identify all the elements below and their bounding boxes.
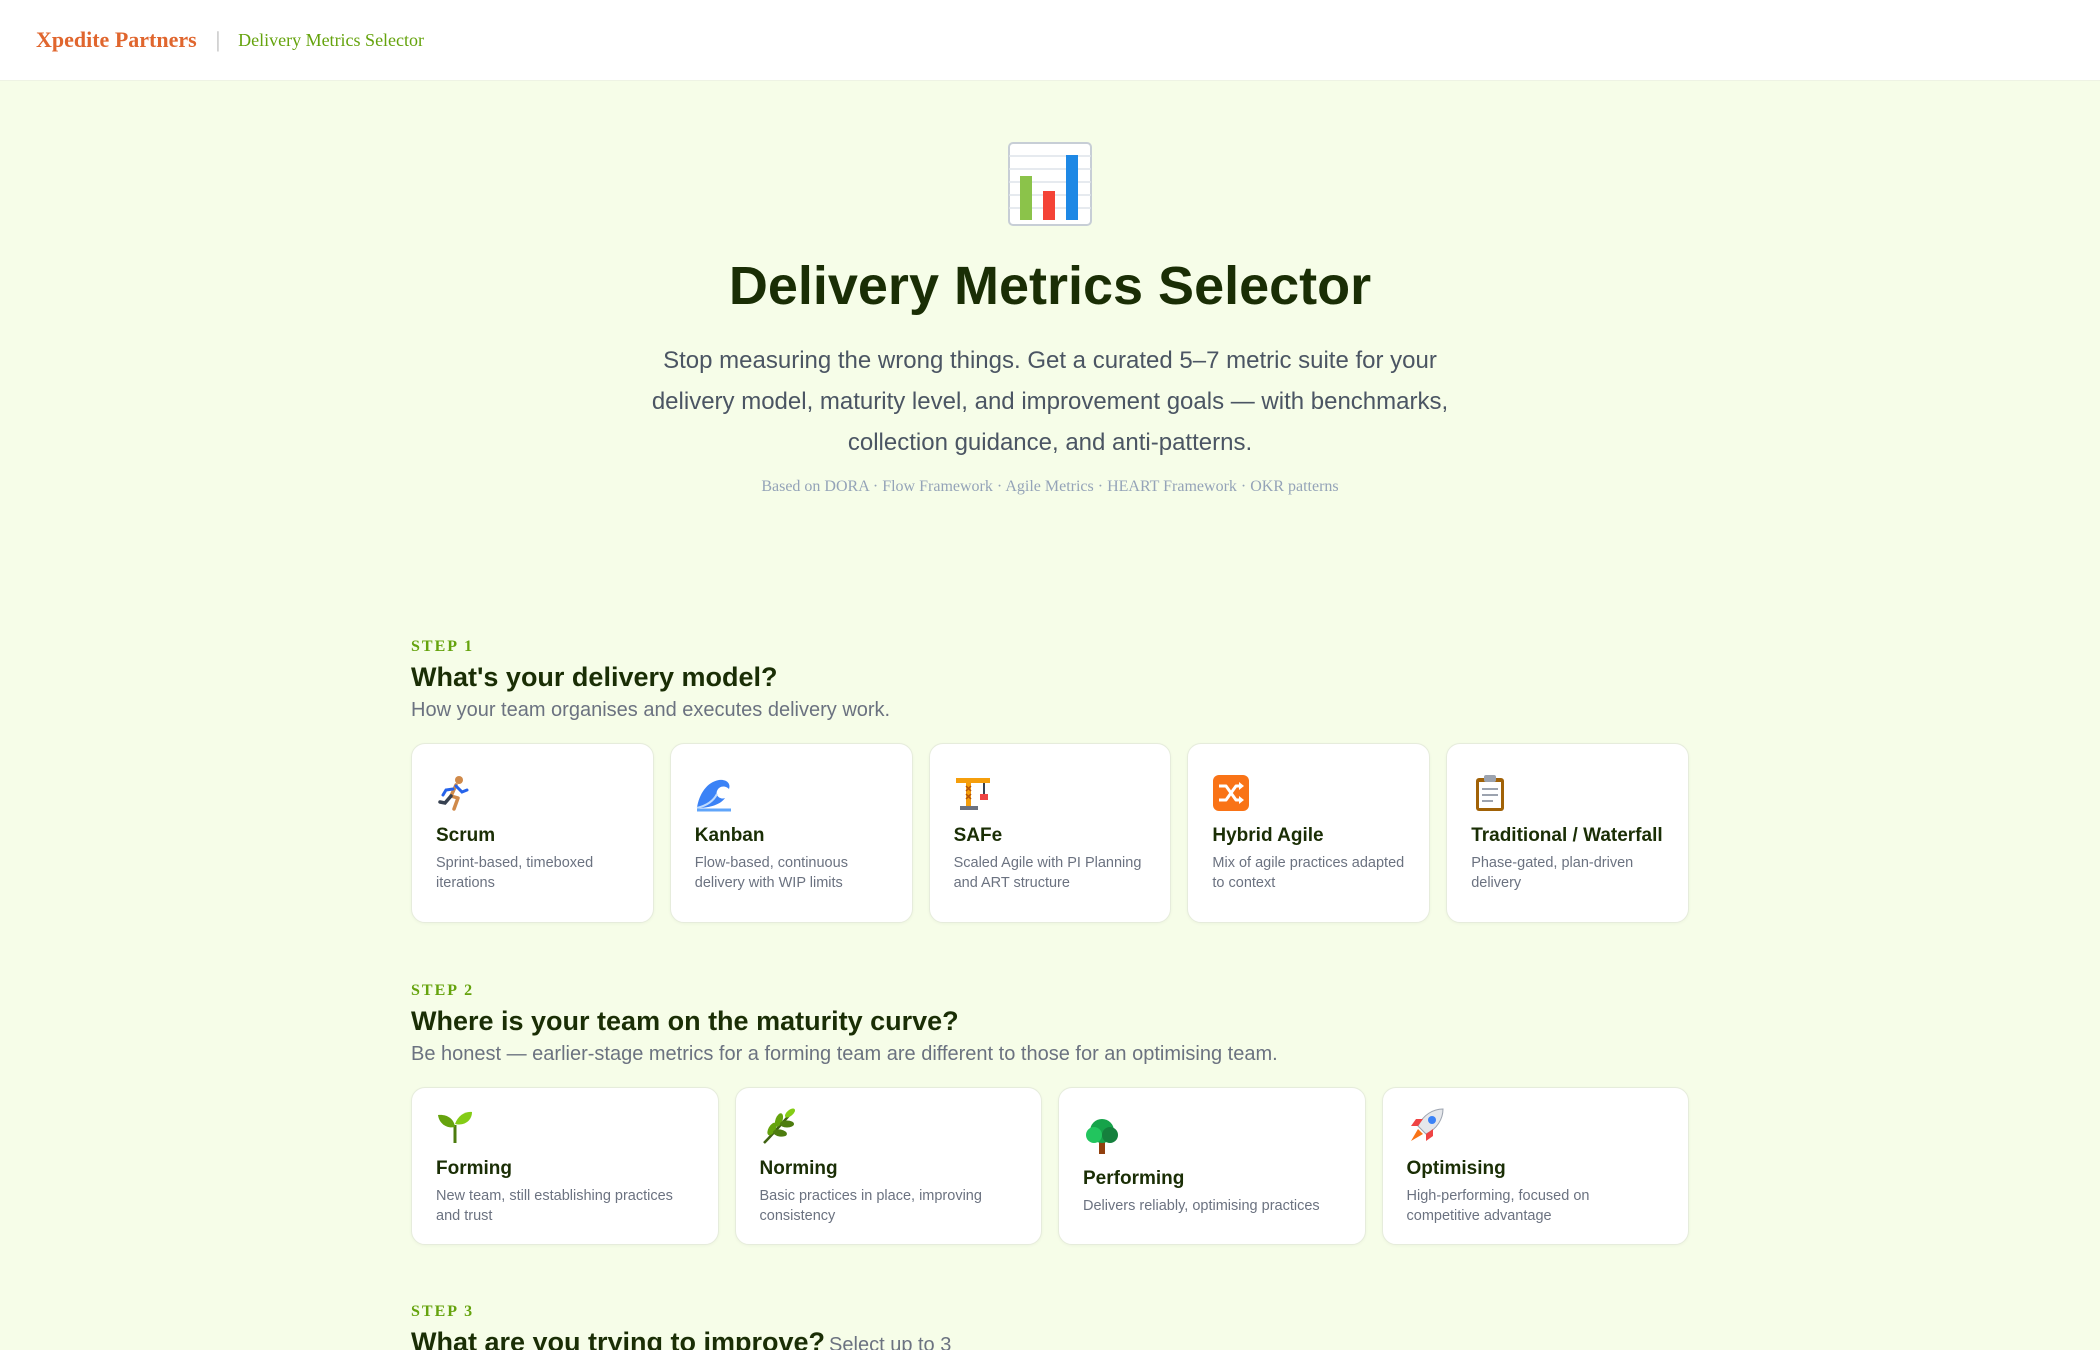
bar-chart-icon	[1008, 142, 1092, 226]
step-2-label: STEP 2	[411, 982, 475, 999]
step-2-description: Be honest — earlier-stage metrics for a …	[411, 1043, 1278, 1065]
runner-icon	[438, 775, 469, 811]
option-title: SAFe	[953, 824, 1003, 846]
option-description: Delivers reliably, optimising practices	[1083, 1197, 1320, 1214]
option-title: Scrum	[436, 824, 496, 846]
option-title: Optimising	[1406, 1157, 1506, 1179]
step-3-section: STEP 3 What are you trying to improve? Se…	[411, 1303, 1689, 1350]
option-title: Kanban	[694, 824, 765, 846]
step-3-title-text: What are you trying to improve?	[411, 1327, 826, 1350]
option-title: Performing	[1083, 1167, 1185, 1189]
step-3-label: STEP 3	[411, 1303, 475, 1320]
clipboard-icon	[1476, 774, 1505, 811]
brand-logo[interactable]: Xpedite Partners	[36, 27, 197, 53]
seedling-icon	[438, 1111, 472, 1143]
frameworks-note: Based on DORA · Flow Framework · Agile M…	[761, 478, 1339, 495]
option-forming[interactable]: Forming New team, still establishing pra…	[411, 1087, 719, 1245]
option-description: Phase-gated, plan-driven delivery	[1471, 854, 1634, 891]
option-title: Hybrid Agile	[1212, 824, 1324, 846]
herb-icon	[762, 1108, 795, 1144]
step-1-description: How your team organises and executes del…	[411, 699, 891, 721]
tool-name: Delivery Metrics Selector	[238, 29, 425, 50]
option-description: Scaled Agile with PI Planning and ART st…	[953, 854, 1142, 891]
option-description: Mix of agile practices adapted to contex…	[1212, 854, 1405, 891]
option-optimising[interactable]: Optimising High-performing, focused on c…	[1381, 1087, 1689, 1245]
option-description: New team, still establishing practices a…	[436, 1187, 673, 1224]
tree-icon	[1086, 1118, 1118, 1154]
delivery-model-options: Scrum Sprint-based, timeboxed iterations…	[411, 743, 1689, 923]
option-title: Norming	[759, 1157, 838, 1179]
shuffle-icon	[1213, 774, 1250, 811]
page-title: Delivery Metrics Selector	[728, 256, 1372, 316]
top-bar: Xpedite Partners | Delivery Metrics Sele…	[0, 0, 2100, 81]
option-traditional-waterfall[interactable]: Traditional / Waterfall Phase-gated, pla…	[1446, 743, 1689, 923]
maturity-options: Forming New team, still establishing pra…	[411, 1087, 1689, 1245]
step-1-label: STEP 1	[411, 638, 475, 655]
selection-limit-hint: Select up to 3	[829, 1334, 952, 1350]
option-title: Traditional / Waterfall	[1471, 824, 1663, 846]
wave-icon	[696, 779, 731, 811]
step-2-title: Where is your team on the maturity curve…	[411, 1006, 959, 1036]
option-performing[interactable]: Performing Delivers reliably, optimising…	[1058, 1087, 1366, 1245]
option-description: High-performing, focused on competitive …	[1406, 1187, 1590, 1224]
hero: Delivery Metrics Selector Stop measuring…	[0, 140, 2100, 496]
option-hybrid-agile[interactable]: Hybrid Agile Mix of agile practices adap…	[1187, 743, 1431, 923]
option-description: Sprint-based, timeboxed iterations	[436, 854, 594, 891]
step-2-section: STEP 2 Where is your team on the maturit…	[411, 982, 1689, 1245]
option-safe[interactable]: SAFe Scaled Agile with PI Planning and A…	[928, 743, 1172, 923]
option-description: Basic practices in place, improving cons…	[759, 1187, 982, 1224]
step-1-title: What's your delivery model?	[411, 662, 778, 692]
option-title: Forming	[436, 1157, 512, 1179]
rocket-icon	[1410, 1107, 1444, 1141]
step-3-title: What are you trying to improve? Select up…	[411, 1327, 1689, 1350]
option-kanban[interactable]: Kanban Flow-based, continuous delivery w…	[669, 743, 913, 923]
step-1-section: STEP 1 What's your delivery model? How y…	[411, 638, 1689, 923]
option-description: Flow-based, continuous delivery with WIP…	[694, 854, 848, 891]
option-norming[interactable]: Norming Basic practices in place, improv…	[734, 1087, 1042, 1245]
crane-icon	[955, 777, 990, 810]
header-separator: |	[215, 27, 221, 52]
option-scrum[interactable]: Scrum Sprint-based, timeboxed iterations	[411, 743, 654, 923]
hero-subtitle: Stop measuring the wrong things. Get a c…	[651, 347, 1449, 456]
